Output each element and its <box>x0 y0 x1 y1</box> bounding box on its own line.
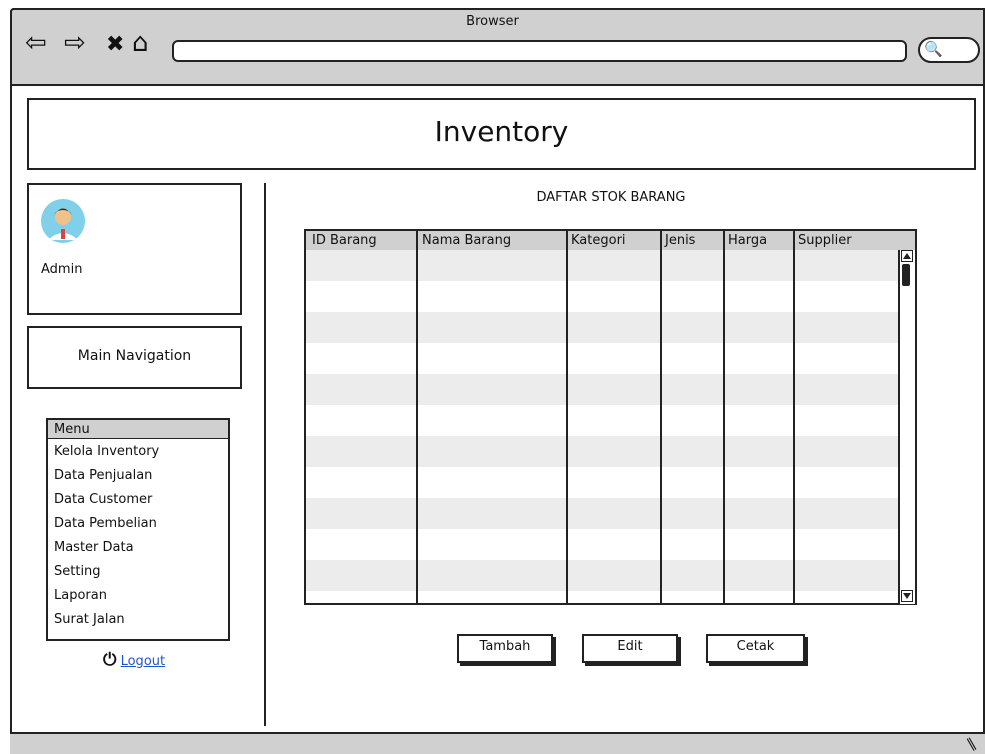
menu-item-kelola-inventory[interactable]: Kelola Inventory <box>54 444 159 459</box>
browser-statusbar <box>10 732 985 754</box>
close-icon[interactable]: ✖ <box>106 32 124 58</box>
scroll-down-icon[interactable] <box>901 590 913 602</box>
address-bar[interactable] <box>172 40 907 62</box>
column-jenis[interactable]: Jenis <box>665 233 695 248</box>
table-scrollbar[interactable] <box>898 250 915 604</box>
table-title: DAFTAR STOK BARANG <box>536 190 686 205</box>
column-divider <box>566 231 568 603</box>
logout-link[interactable]: ⏻ Logout <box>103 650 165 670</box>
table-row[interactable] <box>306 374 901 405</box>
column-divider <box>723 231 725 603</box>
add-button[interactable]: Tambah <box>457 634 553 663</box>
edit-button[interactable]: Edit <box>582 634 678 663</box>
table-row[interactable] <box>306 436 901 467</box>
column-divider <box>793 231 795 603</box>
avatar <box>41 199 85 243</box>
table-row[interactable] <box>306 498 901 529</box>
menu-item-data-customer[interactable]: Data Customer <box>54 492 152 507</box>
menu-item-laporan[interactable]: Laporan <box>54 588 107 603</box>
back-icon[interactable]: ⇦ <box>25 30 47 56</box>
menu-item-data-penjualan[interactable]: Data Penjualan <box>54 468 152 483</box>
main-navigation-label: Main Navigation <box>77 348 192 364</box>
menu-item-master-data[interactable]: Master Data <box>54 540 134 555</box>
logout-label[interactable]: Logout <box>121 654 166 669</box>
search-icon: 🔍 <box>924 40 943 58</box>
column-nama-barang[interactable]: Nama Barang <box>422 233 511 248</box>
page-title: Inventory <box>434 115 569 148</box>
menu-item-data-pembelian[interactable]: Data Pembelian <box>54 516 157 531</box>
sidebar-divider <box>264 183 266 726</box>
menu-item-surat-jalan[interactable]: Surat Jalan <box>54 612 125 627</box>
table-row[interactable] <box>306 312 901 343</box>
table-header: ID Barang Nama Barang Kategori Jenis Har… <box>306 231 915 250</box>
scroll-thumb[interactable] <box>902 264 910 286</box>
column-divider <box>416 231 418 603</box>
table-row[interactable] <box>306 250 901 281</box>
browser-title: Browser <box>466 14 519 29</box>
table-row[interactable] <box>306 560 901 591</box>
menu-item-setting[interactable]: Setting <box>54 564 101 579</box>
browser-search-button[interactable]: 🔍 <box>918 37 980 63</box>
forward-icon[interactable]: ⇨ <box>64 30 86 56</box>
column-harga[interactable]: Harga <box>728 233 767 248</box>
power-icon: ⏻ <box>103 650 117 670</box>
column-id-barang[interactable]: ID Barang <box>312 233 377 248</box>
menu-header: Menu <box>48 420 228 439</box>
home-icon[interactable]: ⌂ <box>132 30 149 56</box>
column-supplier[interactable]: Supplier <box>798 233 852 248</box>
column-divider <box>660 231 662 603</box>
scroll-up-icon[interactable] <box>901 250 913 262</box>
column-kategori[interactable]: Kategori <box>571 233 626 248</box>
print-button[interactable]: Cetak <box>706 634 805 663</box>
profile-name: Admin <box>41 262 83 277</box>
stock-table[interactable]: ID Barang Nama Barang Kategori Jenis Har… <box>304 229 917 605</box>
